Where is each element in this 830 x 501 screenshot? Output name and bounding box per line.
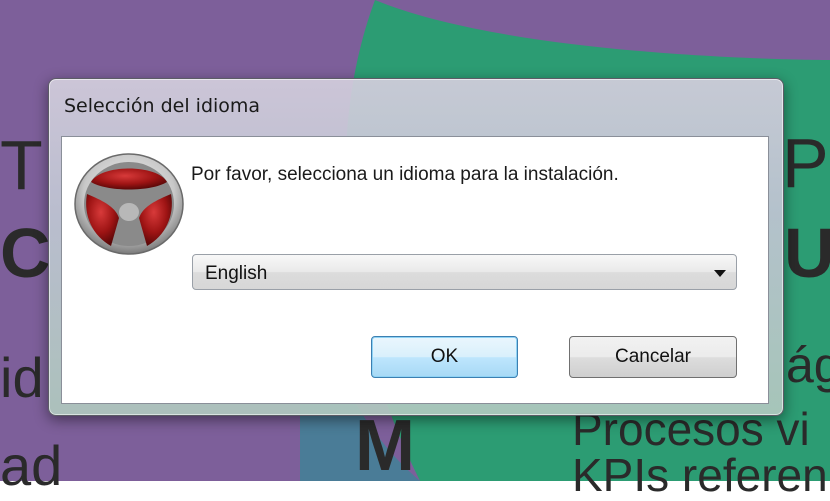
bg-fragment-pl: PL [782, 124, 830, 202]
bg-fragment-ad: ad [0, 434, 63, 497]
bg-fragment-m: M [355, 406, 415, 486]
chevron-down-icon[interactable] [714, 270, 726, 277]
bg-fragment-id: id [0, 346, 44, 409]
language-select[interactable]: English [192, 254, 737, 290]
dialog-client-area: Por favor, selecciona un idioma para la … [61, 136, 769, 404]
language-dialog: Selección del idioma Por favor, seleccio… [48, 78, 784, 416]
ok-button[interactable]: OK [371, 336, 518, 378]
app-logo-icon [74, 153, 184, 255]
bg-fragment-c: C [0, 214, 51, 292]
install-language-prompt: Por favor, selecciona un idioma para la … [191, 164, 619, 185]
dialog-title: Selección del idioma [64, 95, 261, 117]
bg-fragment-t: T [0, 126, 43, 204]
cancel-button[interactable]: Cancelar [569, 336, 737, 378]
language-select-value: English [205, 263, 268, 284]
bg-fragment-kpis: KPIs referen [572, 449, 828, 501]
bg-fragment-u: U [784, 214, 830, 292]
bg-fragment-ag: ág [786, 337, 830, 393]
